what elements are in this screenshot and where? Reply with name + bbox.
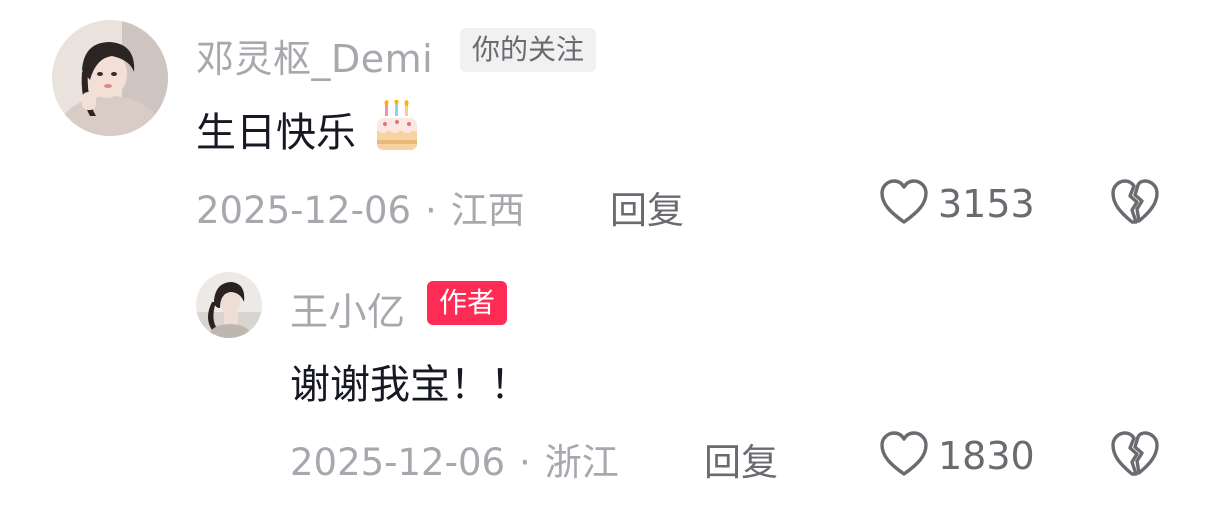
avatar[interactable] (196, 272, 262, 338)
heart-outline-icon (878, 178, 930, 230)
broken-heart-icon (1111, 431, 1159, 476)
comment-location: 江西 (450, 189, 525, 232)
meta-separator: · (519, 441, 531, 484)
reply-date: 2025-12-06 (290, 441, 506, 484)
comment-date: 2025-12-06 (196, 189, 412, 232)
reply-button[interactable]: 回复 (610, 180, 684, 234)
like-count: 3153 (938, 182, 1035, 226)
author-badge: 作者 (427, 281, 508, 325)
reply-meta: 2025-12-06 · 浙江 (290, 432, 619, 486)
following-badge: 你的关注 (460, 28, 597, 72)
reply-location: 浙江 (544, 441, 619, 484)
broken-heart-icon (1111, 179, 1159, 224)
dislike-button[interactable] (1110, 430, 1160, 482)
comment-text-content: 生日快乐 (196, 110, 356, 156)
comment-meta: 2025-12-06 · 江西 (196, 180, 525, 234)
meta-separator: · (425, 189, 437, 232)
avatar[interactable] (52, 20, 168, 136)
comment-username[interactable]: 邓灵枢_Demi (196, 28, 433, 83)
reply-username[interactable]: 王小亿 (290, 281, 406, 336)
comment-text: 生日快乐 (196, 98, 421, 164)
like-button[interactable]: 3153 (878, 178, 1035, 230)
reply-button[interactable]: 回复 (704, 432, 778, 486)
like-count: 1830 (938, 434, 1035, 478)
birthday-cake-emoji (373, 98, 421, 164)
heart-outline-icon (878, 430, 930, 482)
like-button[interactable]: 1830 (878, 430, 1035, 482)
dislike-button[interactable] (1110, 178, 1160, 230)
reply-text: 谢谢我宝！！ (290, 362, 530, 408)
